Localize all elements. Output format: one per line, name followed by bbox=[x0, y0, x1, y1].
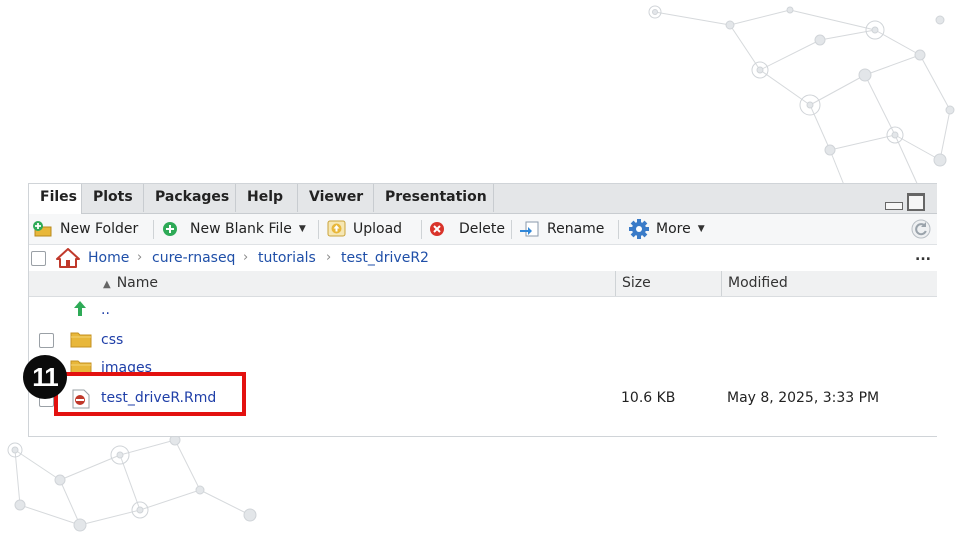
breadcrumb-home[interactable]: Home bbox=[88, 245, 129, 271]
file-list-header: ▲ Name Size Modified bbox=[29, 271, 937, 297]
rename-label: Rename bbox=[547, 221, 605, 237]
tab-plots[interactable]: Plots bbox=[82, 184, 144, 212]
file-size: 10.6 KB bbox=[621, 390, 676, 406]
minimize-pane-button[interactable] bbox=[885, 202, 903, 210]
sort-ascending-icon: ▲ bbox=[103, 279, 111, 290]
tab-files[interactable]: Files bbox=[29, 184, 82, 214]
breadcrumb-cure-rnaseq[interactable]: cure-rnaseq bbox=[152, 245, 235, 271]
file-name-link[interactable]: css bbox=[101, 332, 123, 348]
step-number-badge: 11 bbox=[23, 355, 67, 399]
parent-directory-link[interactable]: .. bbox=[101, 302, 110, 318]
new-folder-button[interactable]: New Folder bbox=[32, 214, 138, 244]
column-header-size[interactable]: Size bbox=[615, 271, 723, 296]
dropdown-caret-icon: ▼ bbox=[697, 224, 705, 234]
column-name-label: Name bbox=[116, 275, 159, 291]
rename-icon bbox=[520, 221, 539, 237]
breadcrumb-separator-icon: › bbox=[326, 250, 332, 265]
home-icon[interactable] bbox=[56, 248, 80, 268]
more-button[interactable]: More ▼ bbox=[628, 214, 705, 244]
tab-viewer[interactable]: Viewer bbox=[298, 184, 374, 212]
more-options-button[interactable]: ... bbox=[915, 245, 931, 267]
row-checkbox[interactable] bbox=[39, 333, 54, 348]
delete-icon bbox=[430, 222, 444, 236]
folder-icon bbox=[70, 332, 92, 348]
rename-button[interactable]: Rename bbox=[519, 214, 604, 244]
column-header-modified[interactable]: Modified bbox=[721, 271, 937, 296]
breadcrumb: Home › cure-rnaseq › tutorials › test_dr… bbox=[29, 245, 937, 272]
gear-icon bbox=[629, 219, 649, 239]
breadcrumb-tutorials[interactable]: tutorials bbox=[258, 245, 316, 271]
files-toolbar: New Folder New Blank File ▼ Upload Delet… bbox=[29, 214, 937, 245]
select-all-checkbox[interactable] bbox=[31, 251, 46, 266]
column-header-name[interactable]: ▲ Name bbox=[97, 271, 617, 296]
new-blank-file-label: New Blank File bbox=[190, 221, 292, 237]
upload-button[interactable]: Upload bbox=[327, 214, 402, 244]
new-blank-file-button[interactable]: New Blank File ▼ bbox=[162, 214, 306, 244]
file-modified: May 8, 2025, 3:33 PM bbox=[727, 390, 880, 406]
up-arrow-icon bbox=[74, 301, 86, 316]
maximize-pane-button[interactable] bbox=[907, 193, 925, 211]
new-folder-icon bbox=[33, 221, 52, 237]
delete-label: Delete bbox=[459, 221, 505, 237]
upload-label: Upload bbox=[353, 221, 403, 237]
delete-button[interactable]: Delete bbox=[429, 214, 505, 244]
tab-help[interactable]: Help bbox=[236, 184, 298, 212]
upload-icon bbox=[327, 220, 346, 237]
more-label: More bbox=[656, 221, 691, 237]
refresh-icon[interactable] bbox=[911, 219, 931, 239]
breadcrumb-separator-icon: › bbox=[243, 250, 249, 265]
breadcrumb-separator-icon: › bbox=[137, 250, 143, 265]
dropdown-caret-icon: ▼ bbox=[298, 224, 306, 234]
pane-tab-bar: Files Plots Packages Help Viewer Present… bbox=[29, 184, 937, 214]
tab-presentation[interactable]: Presentation bbox=[374, 184, 494, 212]
pane-window-controls bbox=[885, 193, 925, 211]
highlight-box bbox=[54, 372, 246, 416]
tab-packages[interactable]: Packages bbox=[144, 184, 236, 212]
new-folder-label: New Folder bbox=[60, 221, 139, 237]
breadcrumb-test-driver2[interactable]: test_driveR2 bbox=[341, 245, 429, 271]
network-decoration bbox=[648, 5, 955, 205]
plus-icon bbox=[163, 222, 177, 236]
